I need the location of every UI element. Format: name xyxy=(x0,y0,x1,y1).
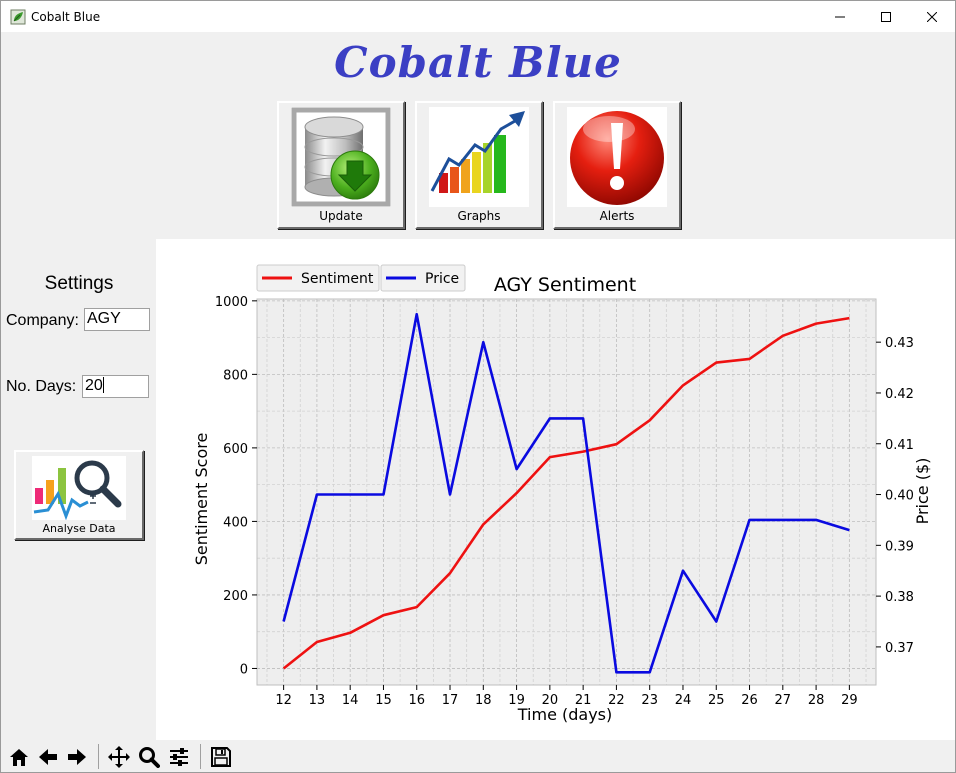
chart-legend: Sentiment Price xyxy=(256,264,466,292)
minimize-button[interactable] xyxy=(817,1,863,32)
pan-icon xyxy=(107,745,130,768)
y-tick-label: 1000 xyxy=(215,295,248,310)
forward-button[interactable] xyxy=(63,743,90,770)
back-button[interactable] xyxy=(34,743,61,770)
maximize-button[interactable] xyxy=(863,1,909,32)
x-tick-label: 26 xyxy=(741,693,758,708)
close-button[interactable] xyxy=(909,1,955,32)
x-tick-label: 29 xyxy=(841,693,858,708)
y-tick-label: 600 xyxy=(223,442,248,457)
window-title: Cobalt Blue xyxy=(31,10,101,24)
configure-subplots-button[interactable] xyxy=(165,743,192,770)
x-tick-label: 14 xyxy=(342,693,359,708)
update-button-label: Update xyxy=(319,209,363,223)
y-tick-label: 400 xyxy=(223,515,248,530)
x-tick-label: 24 xyxy=(675,693,692,708)
app-window: Cobalt Blue Cobalt Blue Update Graphs Al… xyxy=(0,0,956,773)
y-axis-label: Sentiment Score xyxy=(192,433,211,566)
y2-tick-label: 0.40 xyxy=(885,489,914,504)
y2-tick-label: 0.38 xyxy=(885,590,914,605)
zoom-button[interactable] xyxy=(135,743,162,770)
chart-title: AGY Sentiment xyxy=(494,274,636,296)
legend-label-price: Price xyxy=(425,271,459,287)
x-tick-label: 17 xyxy=(442,693,459,708)
analyse-data-button-label: Analyse Data xyxy=(42,522,116,535)
configure-subplots-icon xyxy=(169,747,188,766)
database-download-icon xyxy=(291,107,391,207)
app-leaf-icon xyxy=(10,9,26,25)
zoom-icon xyxy=(138,746,160,768)
chart-area: 12 13 14 15 16 17 18 19 20 21 22 23 24 25 26 27 28 29 0 200… xyxy=(156,239,955,740)
y-tick-label: 0 xyxy=(240,662,248,677)
update-button[interactable]: Update xyxy=(277,101,405,229)
y2-tick-label: 0.42 xyxy=(885,387,914,402)
bar-chart-arrow-icon xyxy=(429,107,529,207)
close-icon xyxy=(927,11,937,22)
graphs-button-label: Graphs xyxy=(457,209,501,223)
x-tick-label: 27 xyxy=(775,693,792,708)
x-tick-label: 25 xyxy=(708,693,725,708)
title-bar: Cobalt Blue xyxy=(1,1,955,32)
y2-tick-label: 0.43 xyxy=(885,336,914,351)
analyse-data-button[interactable]: Analyse Data xyxy=(14,450,144,540)
toolbar-separator xyxy=(200,744,201,769)
x-tick-label: 23 xyxy=(641,693,658,708)
y2-tick-label: 0.39 xyxy=(885,539,914,554)
alerts-button[interactable]: Alerts xyxy=(553,101,681,229)
y-tick-label: 200 xyxy=(223,589,248,604)
x-tick-label: 16 xyxy=(408,693,425,708)
alert-exclamation-icon xyxy=(567,107,667,207)
x-tick-label: 18 xyxy=(475,693,492,708)
text-caret xyxy=(102,377,104,393)
days-input-value: 20 xyxy=(85,377,103,394)
company-label: Company: xyxy=(6,312,79,329)
days-label: No. Days: xyxy=(6,378,77,395)
company-input[interactable]: AGY xyxy=(84,308,150,331)
x-tick-label: 13 xyxy=(309,693,326,708)
forward-arrow-icon xyxy=(67,748,86,765)
toolbar-separator xyxy=(98,744,99,769)
graphs-button[interactable]: Graphs xyxy=(415,101,543,229)
save-button[interactable] xyxy=(207,743,234,770)
x-tick-label: 28 xyxy=(808,693,825,708)
app-heading: Cobalt Blue xyxy=(334,38,622,87)
y-tick-label: 800 xyxy=(223,368,248,383)
settings-title: Settings xyxy=(44,273,114,294)
plot-toolbar xyxy=(1,740,955,772)
minimize-icon xyxy=(835,16,845,17)
pan-button[interactable] xyxy=(105,743,132,770)
home-button[interactable] xyxy=(5,743,32,770)
home-icon xyxy=(9,748,28,766)
back-arrow-icon xyxy=(38,748,57,765)
x-tick-label: 15 xyxy=(375,693,392,708)
days-input[interactable]: 20 xyxy=(82,375,149,398)
x-tick-label: 12 xyxy=(275,693,292,708)
alerts-button-label: Alerts xyxy=(599,209,635,223)
y2-tick-label: 0.37 xyxy=(885,641,914,656)
x-axis-label: Time (days) xyxy=(517,705,613,724)
sentiment-chart: 12 13 14 15 16 17 18 19 20 21 22 23 24 25 26 27 28 290200… xyxy=(192,264,932,724)
legend-label-sentiment: Sentiment xyxy=(301,271,374,287)
maximize-icon xyxy=(881,11,891,22)
analyse-magnifier-icon xyxy=(32,456,126,521)
y2-axis-label: Price ($) xyxy=(913,458,932,525)
y2-tick-label: 0.41 xyxy=(885,438,914,453)
save-icon xyxy=(210,746,231,767)
